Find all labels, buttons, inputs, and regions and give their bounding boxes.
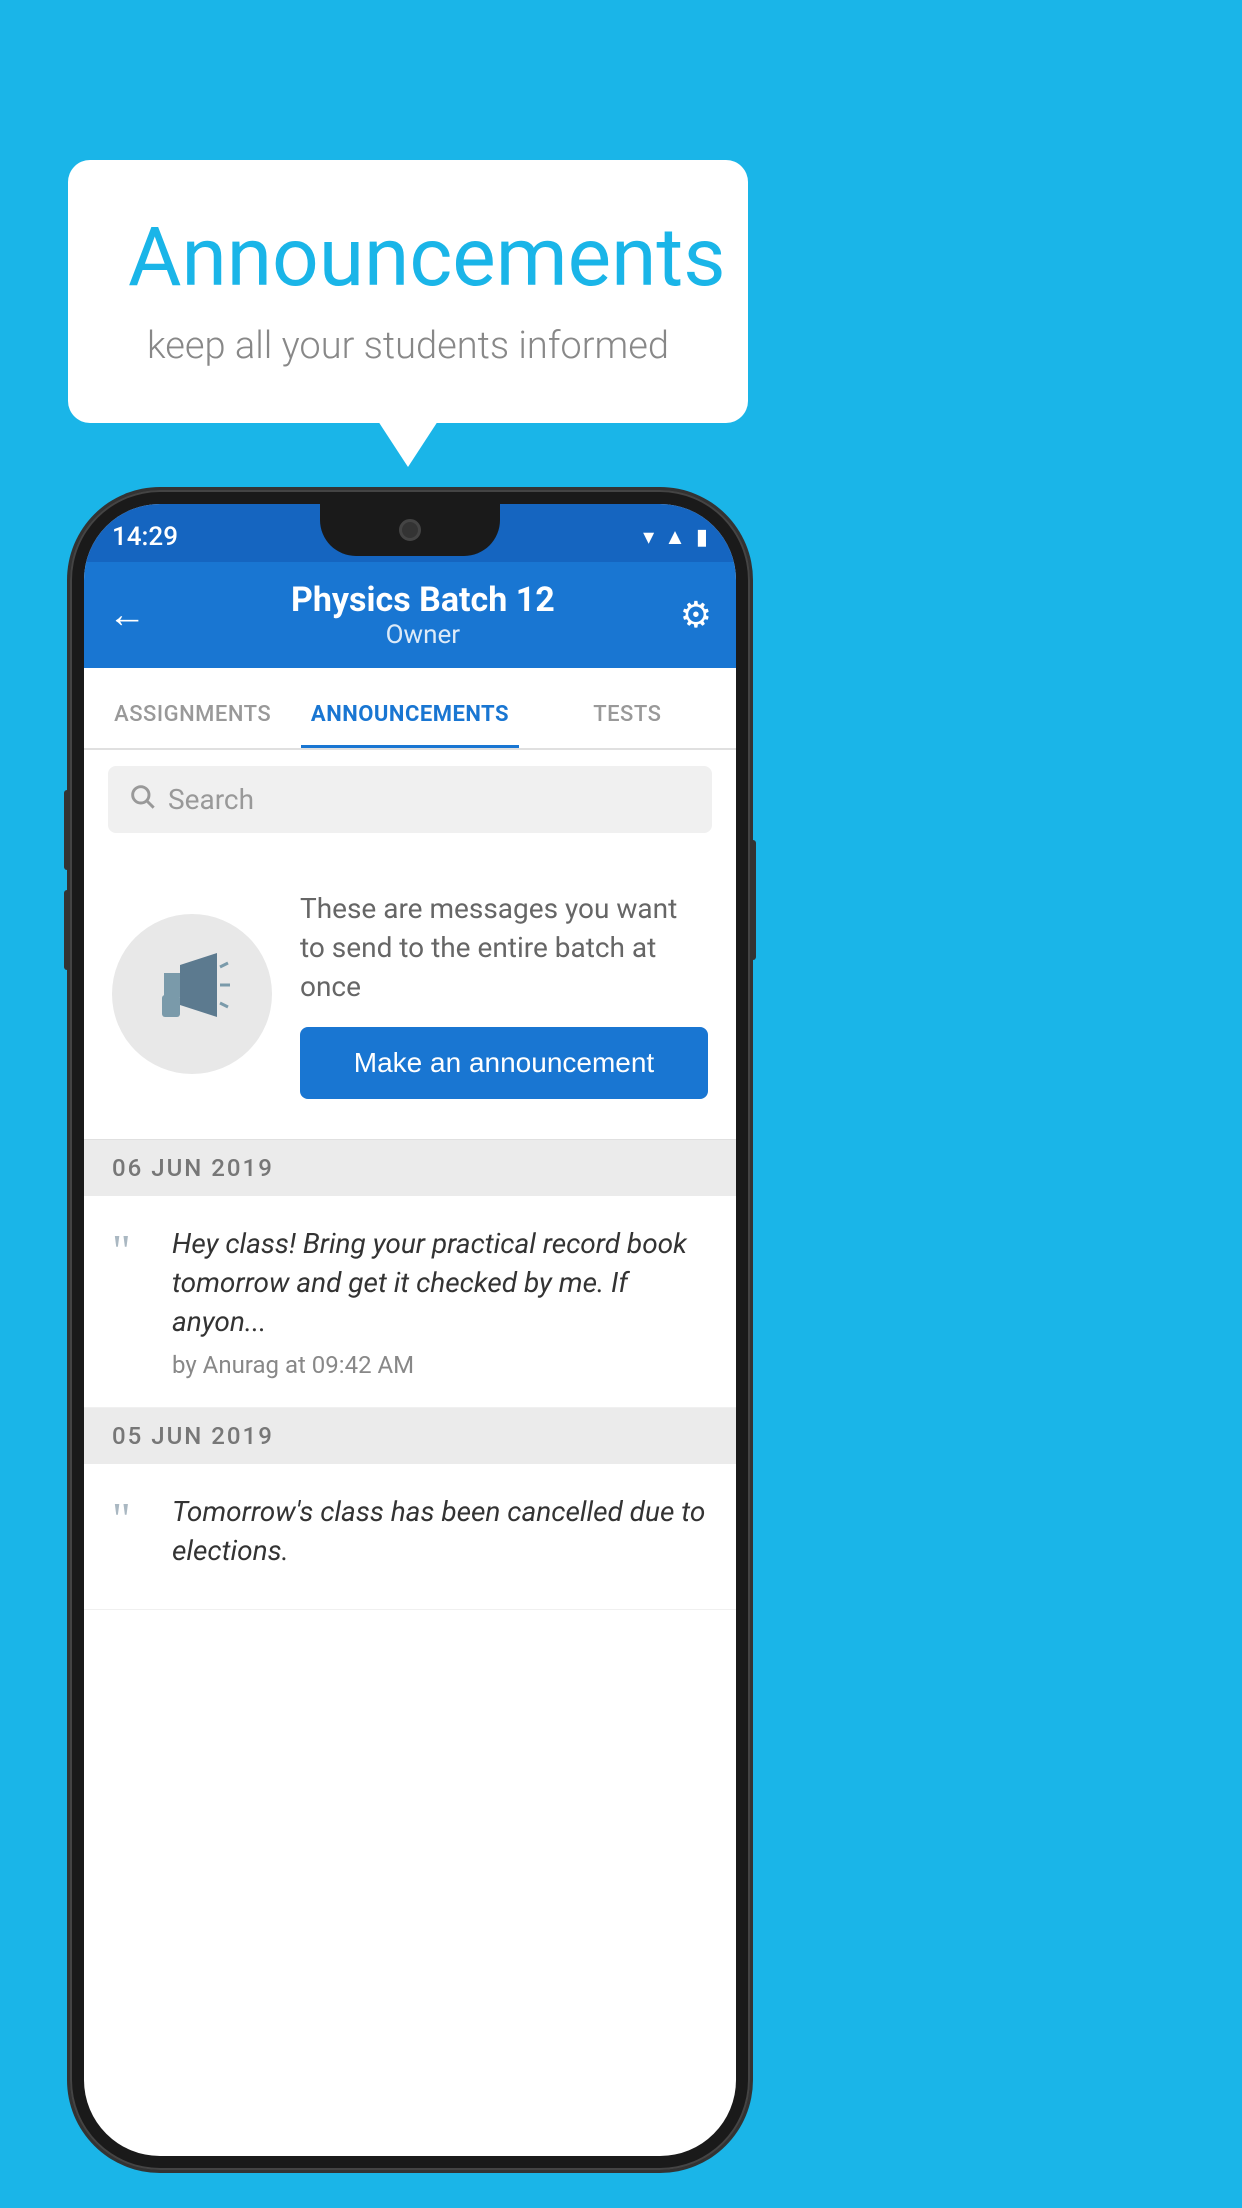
content-area: Search: [84, 750, 736, 1610]
announcement-item-1[interactable]: " Hey class! Bring your practical record…: [84, 1196, 736, 1409]
phone-mockup: 14:29 ▾ ▲ ▮ ← Physics Batch 12 Owner ⚙ A…: [70, 490, 750, 2170]
search-icon: [128, 782, 156, 817]
search-container: Search: [84, 750, 736, 849]
tab-announcements[interactable]: ANNOUNCEMENTS: [301, 702, 518, 748]
volume-down-button: [64, 890, 70, 970]
phone-outer: 14:29 ▾ ▲ ▮ ← Physics Batch 12 Owner ⚙ A…: [70, 490, 750, 2170]
announcement-text-section-1: Hey class! Bring your practical record b…: [172, 1224, 708, 1380]
phone-screen: 14:29 ▾ ▲ ▮ ← Physics Batch 12 Owner ⚙ A…: [84, 504, 736, 2156]
settings-icon[interactable]: ⚙: [680, 594, 712, 636]
status-time: 14:29: [112, 522, 178, 552]
signal-icon: ▲: [664, 524, 686, 550]
app-bar-title-section: Physics Batch 12 Owner: [166, 580, 680, 650]
speech-bubble-subtitle: keep all your students informed: [128, 324, 688, 368]
notch: [320, 504, 500, 556]
search-placeholder: Search: [168, 783, 254, 816]
app-bar-subtitle: Owner: [166, 620, 680, 650]
battery-icon: ▮: [696, 525, 708, 550]
app-bar: ← Physics Batch 12 Owner ⚙: [84, 562, 736, 668]
cta-description: These are messages you want to send to t…: [300, 889, 708, 1007]
back-button[interactable]: ←: [108, 593, 146, 637]
date-separator-1: 06 JUN 2019: [84, 1140, 736, 1196]
front-camera: [399, 519, 421, 541]
tabs-container: ASSIGNMENTS ANNOUNCEMENTS TESTS: [84, 668, 736, 750]
app-bar-title: Physics Batch 12: [166, 580, 680, 620]
announcement-text-section-2: Tomorrow's class has been cancelled due …: [172, 1492, 708, 1580]
announcement-text-1: Hey class! Bring your practical record b…: [172, 1224, 708, 1342]
power-button: [750, 840, 756, 960]
status-icons: ▾ ▲ ▮: [643, 524, 708, 550]
quote-icon-1: ": [112, 1228, 152, 1274]
quote-icon-2: ": [112, 1496, 152, 1542]
volume-up-button: [64, 790, 70, 870]
announcement-text-2: Tomorrow's class has been cancelled due …: [172, 1492, 708, 1570]
tab-tests[interactable]: TESTS: [519, 702, 736, 748]
search-bar[interactable]: Search: [108, 766, 712, 833]
wifi-icon: ▾: [643, 525, 654, 550]
speech-bubble-container: Announcements keep all your students inf…: [68, 160, 748, 423]
speech-bubble: Announcements keep all your students inf…: [68, 160, 748, 423]
date-separator-2: 05 JUN 2019: [84, 1408, 736, 1464]
announcement-cta: These are messages you want to send to t…: [84, 849, 736, 1140]
megaphone-circle: [112, 914, 272, 1074]
megaphone-icon: [152, 945, 232, 1043]
announcement-meta-1: by Anurag at 09:42 AM: [172, 1351, 708, 1379]
speech-bubble-title: Announcements: [128, 210, 688, 306]
tab-assignments[interactable]: ASSIGNMENTS: [84, 702, 301, 748]
announcement-item-2[interactable]: " Tomorrow's class has been cancelled du…: [84, 1464, 736, 1609]
make-announcement-button[interactable]: Make an announcement: [300, 1027, 708, 1099]
cta-right: These are messages you want to send to t…: [300, 889, 708, 1099]
